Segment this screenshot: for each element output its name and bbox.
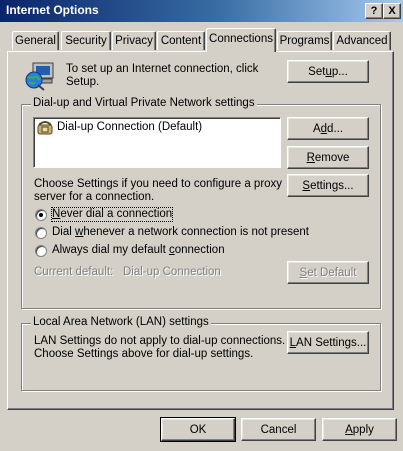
- dialup-group-title: Dial-up and Virtual Private Network sett…: [31, 97, 257, 109]
- apply-button[interactable]: Apply: [322, 418, 397, 441]
- set-default-button: Set Default: [287, 261, 369, 284]
- radio-never-dial[interactable]: [35, 209, 47, 221]
- tab-general[interactable]: General: [12, 31, 59, 50]
- window-title: Internet Options: [6, 3, 99, 17]
- proxy-info-line1: Choose Settings if you need to configure…: [34, 178, 283, 190]
- help-button[interactable]: ?: [365, 3, 383, 19]
- ok-button[interactable]: OK: [160, 417, 236, 442]
- globe-computer-icon: [25, 62, 54, 91]
- radio-dial-whenever-label[interactable]: Dial whenever a network connection is no…: [52, 226, 309, 239]
- title-bar: Internet Options ? X: [0, 0, 403, 22]
- tab-security[interactable]: Security: [61, 31, 111, 50]
- add-button[interactable]: Add...: [287, 117, 369, 140]
- tab-programs[interactable]: Programs: [277, 31, 332, 50]
- tab-connections[interactable]: Connections: [206, 28, 276, 52]
- radio-never-dial-label[interactable]: Never dial a connection: [50, 207, 174, 222]
- lan-info-line1: LAN Settings do not apply to dial-up con…: [34, 335, 286, 347]
- lan-settings-button[interactable]: LAN Settings...: [287, 331, 369, 354]
- close-button[interactable]: X: [383, 3, 401, 19]
- tab-content[interactable]: Content: [157, 31, 205, 50]
- tab-privacy[interactable]: Privacy: [112, 31, 156, 50]
- setup-info-line1: To set up an Internet connection, click: [66, 63, 259, 75]
- lan-group-title: Local Area Network (LAN) settings: [31, 316, 211, 328]
- radio-always-dial-label[interactable]: Always dial my default connection: [52, 244, 225, 257]
- cancel-button[interactable]: Cancel: [241, 418, 316, 441]
- tab-advanced[interactable]: Advanced: [333, 31, 391, 50]
- connection-name: Dial-up Connection (Default): [57, 121, 203, 133]
- setup-button[interactable]: Setup...: [287, 60, 369, 83]
- current-default-value: Dial-up Connection: [123, 266, 221, 278]
- lan-info-line2: Choose Settings above for dial-up settin…: [34, 348, 254, 360]
- connection-list[interactable]: Dial-up Connection (Default): [33, 117, 281, 168]
- list-item[interactable]: Dial-up Connection (Default): [36, 120, 276, 136]
- current-default-label: Current default:: [34, 266, 114, 278]
- radio-always-dial[interactable]: [35, 245, 47, 257]
- settings-button[interactable]: Settings...: [287, 174, 369, 197]
- remove-button[interactable]: Remove: [287, 146, 369, 169]
- radio-dial-whenever[interactable]: [35, 227, 47, 239]
- dialup-phone-icon: [37, 121, 53, 135]
- setup-info-line2: Setup.: [66, 76, 100, 88]
- proxy-info-line2: server for a connection.: [34, 191, 155, 203]
